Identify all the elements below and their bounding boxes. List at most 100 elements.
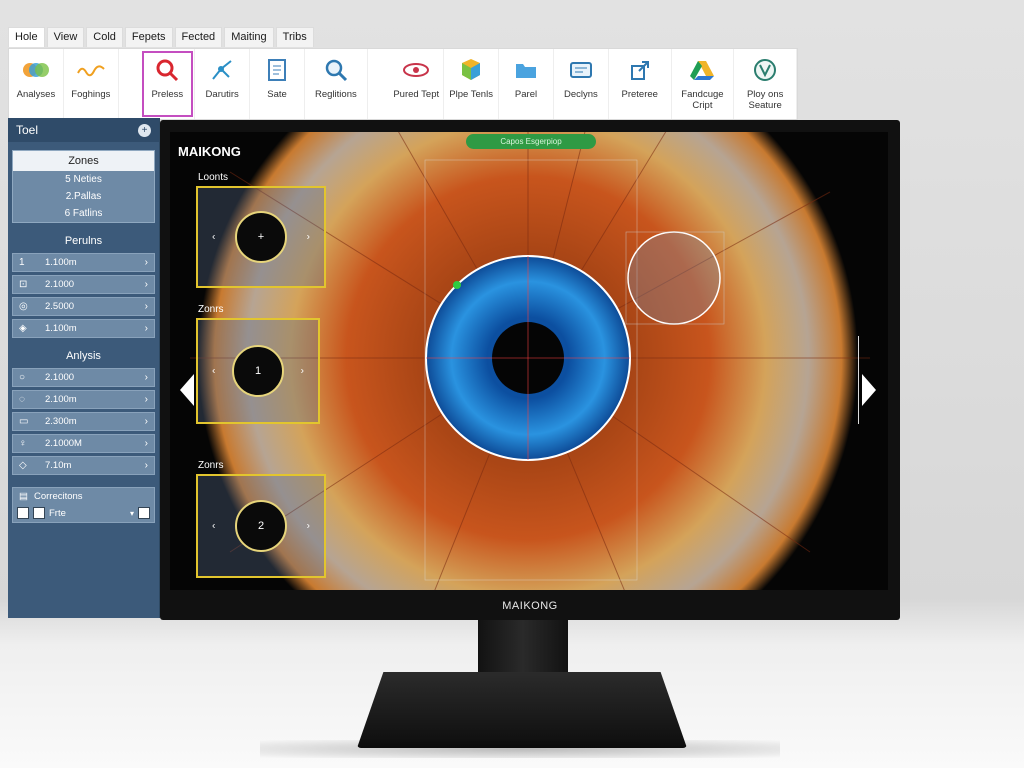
iris-viewer[interactable]: MAIKONG Capos Esgerpiop Loonts ‹ + › Zon… xyxy=(170,132,888,590)
row-icon: ○ xyxy=(19,372,26,383)
row-icon: ⊡ xyxy=(19,279,28,290)
tool-label: Plpe Tenls xyxy=(449,89,493,100)
next-arrow-icon[interactable] xyxy=(862,374,876,406)
tool-analyses[interactable]: Analyses xyxy=(9,49,64,119)
corrections-title: Correcitons xyxy=(33,491,83,502)
checkbox[interactable] xyxy=(17,507,29,519)
tool-preteree[interactable]: Preteree xyxy=(609,49,672,119)
chevron-left-icon[interactable]: ‹ xyxy=(212,521,215,532)
chevron-right-icon: › xyxy=(144,372,148,383)
tool-label: Declyns xyxy=(564,89,598,100)
row-value: 1.100m xyxy=(45,257,77,268)
tool-plpe-tenls[interactable]: Plpe Tenls xyxy=(444,49,500,119)
row-icon: 1 xyxy=(19,257,25,268)
tool-label: Preless xyxy=(151,89,184,100)
list-item[interactable]: ◈ 1.100m › xyxy=(12,319,155,338)
section-title-perulns: Perulns xyxy=(64,235,103,247)
add-icon[interactable]: + xyxy=(138,123,151,137)
chevron-right-icon[interactable]: › xyxy=(301,366,304,377)
corrections-select[interactable]: Frte ▾ xyxy=(13,505,154,522)
tool-fandcuge-cript[interactable]: Fandcuge Cript xyxy=(672,49,735,119)
tool-parel[interactable]: Parel xyxy=(499,49,554,119)
list-item[interactable]: ◌ 2.100m › xyxy=(12,390,155,409)
chevron-right-icon[interactable]: › xyxy=(307,521,310,532)
tool-preless[interactable]: Preless xyxy=(140,49,196,119)
tool-declyns[interactable]: Declyns xyxy=(554,49,609,119)
row-value: 2.1000M xyxy=(45,438,82,449)
tool-sate[interactable]: Sate xyxy=(250,49,306,119)
checkbox[interactable] xyxy=(33,507,45,519)
stand-shadow xyxy=(260,740,780,758)
tool-ploy-ons-seature[interactable]: Ploy ons Seature xyxy=(734,49,798,119)
tool-label: Ploy ons Seature xyxy=(746,89,784,111)
menu-item-fected[interactable]: Fected xyxy=(174,27,223,47)
zones-item[interactable]: 2.Pallas xyxy=(13,188,154,205)
wave-icon xyxy=(76,55,106,85)
row-value: 2.1000 xyxy=(45,372,75,383)
sidebar-title: Toel xyxy=(16,123,39,137)
row-value: 2.1000 xyxy=(45,279,75,290)
list-item[interactable]: ▭ 2.300m › xyxy=(12,412,155,431)
list-item[interactable]: ♀ 2.1000M › xyxy=(12,434,155,453)
row-icon: ▭ xyxy=(19,416,29,427)
tool-label: Foghings xyxy=(71,89,111,100)
zone-marker: 1 xyxy=(232,345,284,397)
zone-panel-2[interactable]: ‹ 1 › xyxy=(196,318,320,424)
chevron-right-icon: › xyxy=(144,323,148,334)
menu-item-cold[interactable]: Cold xyxy=(86,27,123,47)
row-value: 2.100m xyxy=(45,394,77,405)
list-item[interactable]: 1 1.100m › xyxy=(12,253,155,272)
tool-reglitions[interactable]: Reglitions xyxy=(305,49,368,119)
zone-marker: + xyxy=(235,211,287,263)
corrections-value: Frte xyxy=(49,507,66,519)
zones-title[interactable]: Zones xyxy=(13,151,154,171)
zone-label: Zonrs xyxy=(198,304,224,315)
chevron-left-icon[interactable]: ‹ xyxy=(212,366,215,377)
chevron-right-icon[interactable]: › xyxy=(307,232,310,243)
ribbon-toolbar: Analyses Foghings Preless Darutirs Sate … xyxy=(8,48,798,120)
corrections-header: ▤ Correcitons xyxy=(13,488,154,505)
zones-item[interactable]: 6 Fatlins xyxy=(13,205,154,222)
list-item[interactable]: ◇ 7.10m › xyxy=(12,456,155,475)
eye-icon xyxy=(401,55,431,85)
menu-item-view[interactable]: View xyxy=(46,27,85,47)
menu-item-fepets[interactable]: Fepets xyxy=(124,27,173,47)
previous-arrow-icon[interactable] xyxy=(180,374,194,406)
section-title-anlysis: Anlysis xyxy=(66,350,101,362)
menu-item-home[interactable]: Hole xyxy=(8,27,45,47)
share-icon xyxy=(625,55,655,85)
panel-icon: ▤ xyxy=(19,491,28,502)
list-item[interactable]: ⊡ 2.1000 › xyxy=(12,275,155,294)
sidebar: Toel + Zones 5 Neties 2.Pallas 6 Fatlins… xyxy=(8,118,160,618)
chevron-right-icon: › xyxy=(144,394,148,405)
list-item[interactable]: ◎ 2.5000 › xyxy=(12,297,155,316)
zone-marker: 2 xyxy=(235,500,287,552)
checkbox[interactable] xyxy=(138,507,150,519)
menu-item-tribs[interactable]: Tribs xyxy=(275,27,314,47)
monitor-stand-base xyxy=(357,672,687,748)
tool-pured-tept[interactable]: Pured Tept xyxy=(389,49,445,119)
zones-item[interactable]: 5 Neties xyxy=(13,171,154,188)
document-icon xyxy=(262,55,292,85)
menu-item-maiting[interactable]: Maiting xyxy=(224,27,274,47)
zone-panel-3[interactable]: ‹ 2 › xyxy=(196,474,326,578)
row-icon: ◌ xyxy=(19,394,25,405)
tool-label: Fandcuge Cript xyxy=(681,89,724,111)
marker-dot xyxy=(453,281,461,289)
chevron-left-icon[interactable]: ‹ xyxy=(212,232,215,243)
zones-panel: Zones 5 Neties 2.Pallas 6 Fatlins xyxy=(12,150,155,223)
zoom-loupe xyxy=(627,231,721,325)
status-pill[interactable]: Capos Esgerpiop xyxy=(466,134,596,149)
zone-panel-1[interactable]: ‹ + › xyxy=(196,186,326,288)
tool-darutirs[interactable]: Darutirs xyxy=(195,49,251,119)
magnifier-icon xyxy=(152,55,182,85)
tool-foghings[interactable]: Foghings xyxy=(64,49,119,119)
folder-icon xyxy=(511,55,541,85)
row-value: 7.10m xyxy=(45,460,72,471)
list-item[interactable]: ○ 2.1000 › xyxy=(12,368,155,387)
tool-label: Preteree xyxy=(621,89,658,100)
row-icon: ◎ xyxy=(19,301,28,312)
row-value: 2.5000 xyxy=(45,301,75,312)
chevron-down-icon[interactable]: ▾ xyxy=(130,509,134,518)
chevron-right-icon: › xyxy=(144,460,148,471)
